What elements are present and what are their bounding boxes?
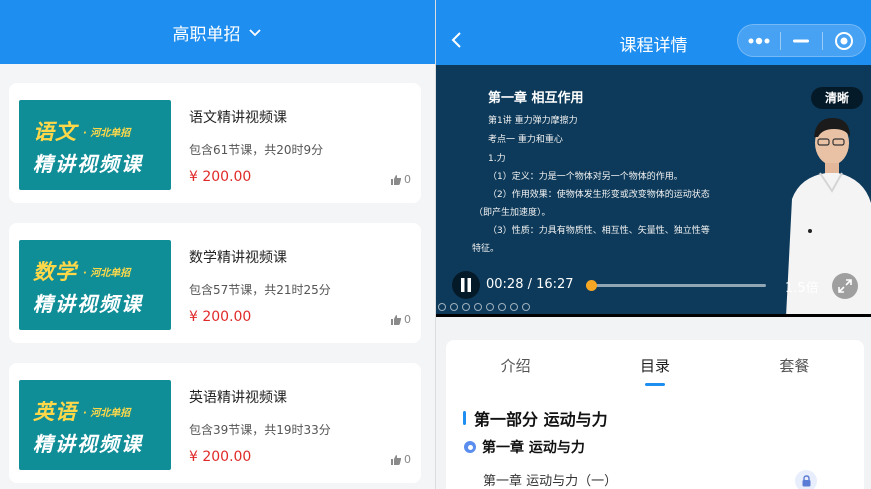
catalog-chapter[interactable]: 第一章 运动与力 [464,437,585,457]
more-dots-icon [748,37,770,44]
thumbs-up-icon [391,314,402,325]
course-title: 英语精讲视频课 [189,390,287,406]
chapter-icon [464,441,476,453]
course-title: 数学精讲视频课 [189,250,287,266]
slide-text-line: 1.力 [488,154,506,164]
thumb-tag: · 河北单招 [83,268,131,279]
mini-program-capsule [737,24,866,57]
progress-bar[interactable] [586,280,766,291]
chapter-title: 第一章 运动与力 [482,440,585,456]
slide-text-line: 特征。 [472,244,500,254]
slide-text-line: （即产生加速度）。 [474,208,551,218]
pause-icon [461,278,471,292]
toolbar-dot[interactable] [474,303,482,311]
course-meta: 包含39节课，共19时33分 [189,423,331,437]
like-button[interactable]: 0 [390,173,411,186]
course-thumbnail: 数学 · 河北单招 精讲视频课 [19,240,171,330]
course-thumbnail: 语文 · 河北单招 精讲视频课 [19,100,171,190]
progress-knob[interactable] [586,280,598,291]
more-menu-button[interactable] [738,24,780,57]
thumb-subject: 英语 [33,400,77,424]
like-button[interactable]: 0 [390,313,411,326]
like-count: 0 [404,313,411,326]
thumbs-up-icon [391,174,402,185]
toolbar-dot[interactable] [510,303,518,311]
fullscreen-button[interactable] [832,273,858,299]
video-player[interactable]: 第一章 相互作用 第1讲 重力弹力摩擦力 考点一 重力和重心 1.力 （1）定义… [436,65,871,317]
quality-button[interactable]: 清晰 [810,87,863,109]
course-card[interactable]: 英语 · 河北单招 精讲视频课 英语精讲视频课 包含39节课，共19时33分 ¥… [9,363,421,483]
tab-label: 套餐 [779,357,810,375]
tab-catalog[interactable]: 目录 [585,340,724,392]
tab-intro[interactable]: 介绍 [446,340,585,392]
course-meta: 包含61节课，共20时9分 [189,143,324,157]
pause-button[interactable] [452,271,480,299]
course-category-header[interactable]: 高职单招 [0,0,435,64]
slide-text-line: （1）定义：力是一个物体对另一个物体的作用。 [488,172,683,182]
slide-text-line: 考点一 重力和重心 [488,135,563,145]
thumbs-up-icon [391,454,402,465]
course-list-screen: 高职单招 语文 · 河北单招 精讲视频课 语文精讲视频课 包含61节课，共20时… [0,0,435,489]
toolbar-dot[interactable] [486,303,494,311]
tab-label: 介绍 [500,357,531,375]
fullscreen-icon [838,279,852,293]
course-price: ¥ 200.00 [189,449,252,465]
like-button[interactable]: 0 [390,453,411,466]
thumb-subject: 语文 [33,120,77,144]
lesson-item[interactable]: 第一章 运动与力（一） [483,470,617,489]
slide-heading: 第一章 相互作用 [488,91,584,106]
section-marker [463,411,466,425]
thumb-subtitle: 精讲视频课 [33,432,143,456]
minimize-button[interactable] [781,24,823,57]
course-meta: 包含57节课，共21时25分 [189,283,331,297]
speed-button[interactable]: 1.5倍 [785,277,819,296]
slide-text-line: 第1讲 重力弹力摩擦力 [488,116,578,126]
like-count: 0 [404,453,411,466]
course-thumbnail: 英语 · 河北单招 精讲视频课 [19,380,171,470]
app-root: 高职单招 语文 · 河北单招 精讲视频课 语文精讲视频课 包含61节课，共20时… [0,0,871,489]
target-circle-icon [835,31,854,50]
part-title-text: 第一部分 运动与力 [474,410,608,429]
course-price: ¥ 200.00 [189,169,252,185]
toolbar-dot[interactable] [522,303,530,311]
lock-icon [795,470,817,489]
course-title: 语文精讲视频课 [189,110,287,126]
slide-text-line: （2）作用效果：使物体发生形变或改变物体的运动状态 [488,190,710,200]
slide-text-line: （3）性质：力具有物质性、相互性、矢量性、独立性等 [488,226,710,236]
detail-header: 课程详情 [436,0,871,65]
toolbar-dot[interactable] [498,303,506,311]
toolbar-dot[interactable] [462,303,470,311]
close-program-button[interactable] [823,24,865,57]
course-info-panel: 介绍 目录 套餐 第一部分 运动与力 第一章 运动与力 第一章 运动与力（一） [446,340,864,489]
time-display: 00:28 / 16:27 [486,277,574,292]
player-toolbar [438,303,530,311]
toolbar-dot[interactable] [438,303,446,311]
course-detail-screen: 课程详情 第一章 相互作用 第1讲 重力弹力摩擦力 考点一 重力和重心 1.力 [436,0,871,489]
thumb-tag: · 河北单招 [83,408,131,419]
like-count: 0 [404,173,411,186]
catalog-part-heading: 第一部分 运动与力 [463,406,608,430]
chevron-down-icon [248,29,261,37]
course-card[interactable]: 语文 · 河北单招 精讲视频课 语文精讲视频课 包含61节课，共20时9分 ¥ … [9,83,421,203]
thumb-subject: 数学 [33,260,77,284]
thumb-tag: · 河北单招 [83,128,131,139]
detail-tabs: 介绍 目录 套餐 [446,340,864,392]
tab-label: 目录 [639,357,670,375]
tab-package[interactable]: 套餐 [725,340,864,392]
course-price: ¥ 200.00 [189,309,252,325]
active-tab-indicator [644,383,665,386]
thumb-subtitle: 精讲视频课 [33,152,143,176]
category-title: 高职单招 [172,24,241,45]
course-card[interactable]: 数学 · 河北单招 精讲视频课 数学精讲视频课 包含57节课，共21时25分 ¥… [9,223,421,343]
minus-icon [793,39,810,42]
thumb-subtitle: 精讲视频课 [33,292,143,316]
toolbar-dot[interactable] [450,303,458,311]
